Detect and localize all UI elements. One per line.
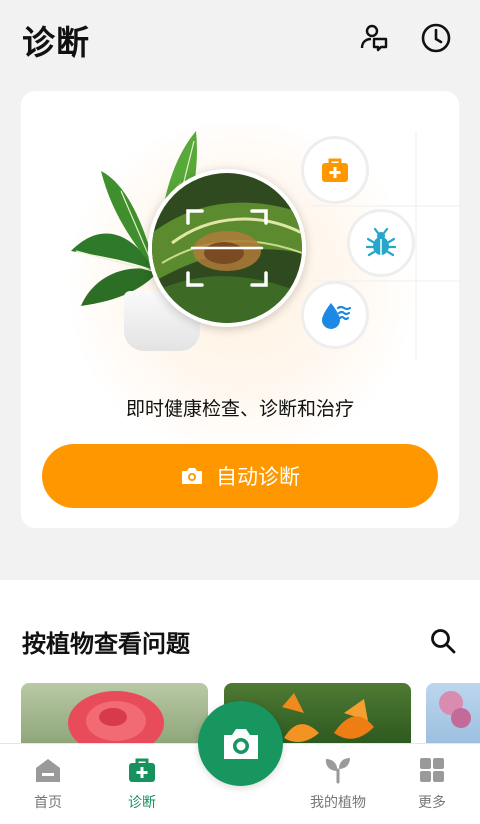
section-title: 按植物查看问题 xyxy=(22,630,190,658)
bug-icon xyxy=(347,209,415,277)
camera-icon xyxy=(223,728,258,759)
auto-diagnose-label: 自动诊断 xyxy=(216,465,300,489)
hero-tagline: 即时健康检查、诊断和治疗 xyxy=(125,398,354,420)
nav-item-my-plants[interactable]: 我的植物 xyxy=(298,756,378,818)
first-aid-kit-icon xyxy=(129,758,155,782)
plant-thumb-rose[interactable] xyxy=(21,683,208,743)
nav-item-home[interactable]: 首页 xyxy=(8,756,88,818)
nav-item-diagnose[interactable]: 诊断 xyxy=(102,756,182,818)
expert-chat-icon[interactable] xyxy=(356,20,392,56)
app-header: 诊断 xyxy=(0,0,480,80)
nav-label-more: 更多 xyxy=(418,795,446,811)
first-aid-kit-icon xyxy=(301,136,369,204)
sprout-icon xyxy=(325,758,350,784)
nav-item-more[interactable]: 更多 xyxy=(392,756,472,818)
nav-label-my-plants: 我的植物 xyxy=(310,795,366,811)
nav-label-home: 首页 xyxy=(34,795,62,811)
water-drop-icon xyxy=(301,281,369,349)
diagnosis-hero-card: 即时健康检查、诊断和治疗 自动诊断 xyxy=(21,91,459,528)
grid-icon xyxy=(420,758,444,782)
search-icon[interactable] xyxy=(426,624,460,658)
clock-icon[interactable] xyxy=(418,20,454,56)
nav-label-diagnose: 诊断 xyxy=(128,795,156,811)
camera-scan-button[interactable] xyxy=(198,701,283,786)
plant-thumb-crape-myrtle[interactable] xyxy=(426,683,480,743)
camera-icon xyxy=(182,468,202,484)
home-icon xyxy=(36,759,60,782)
auto-diagnose-button[interactable]: 自动诊断 xyxy=(42,444,438,508)
scan-lens xyxy=(148,169,306,327)
page-title: 诊断 xyxy=(22,23,90,62)
